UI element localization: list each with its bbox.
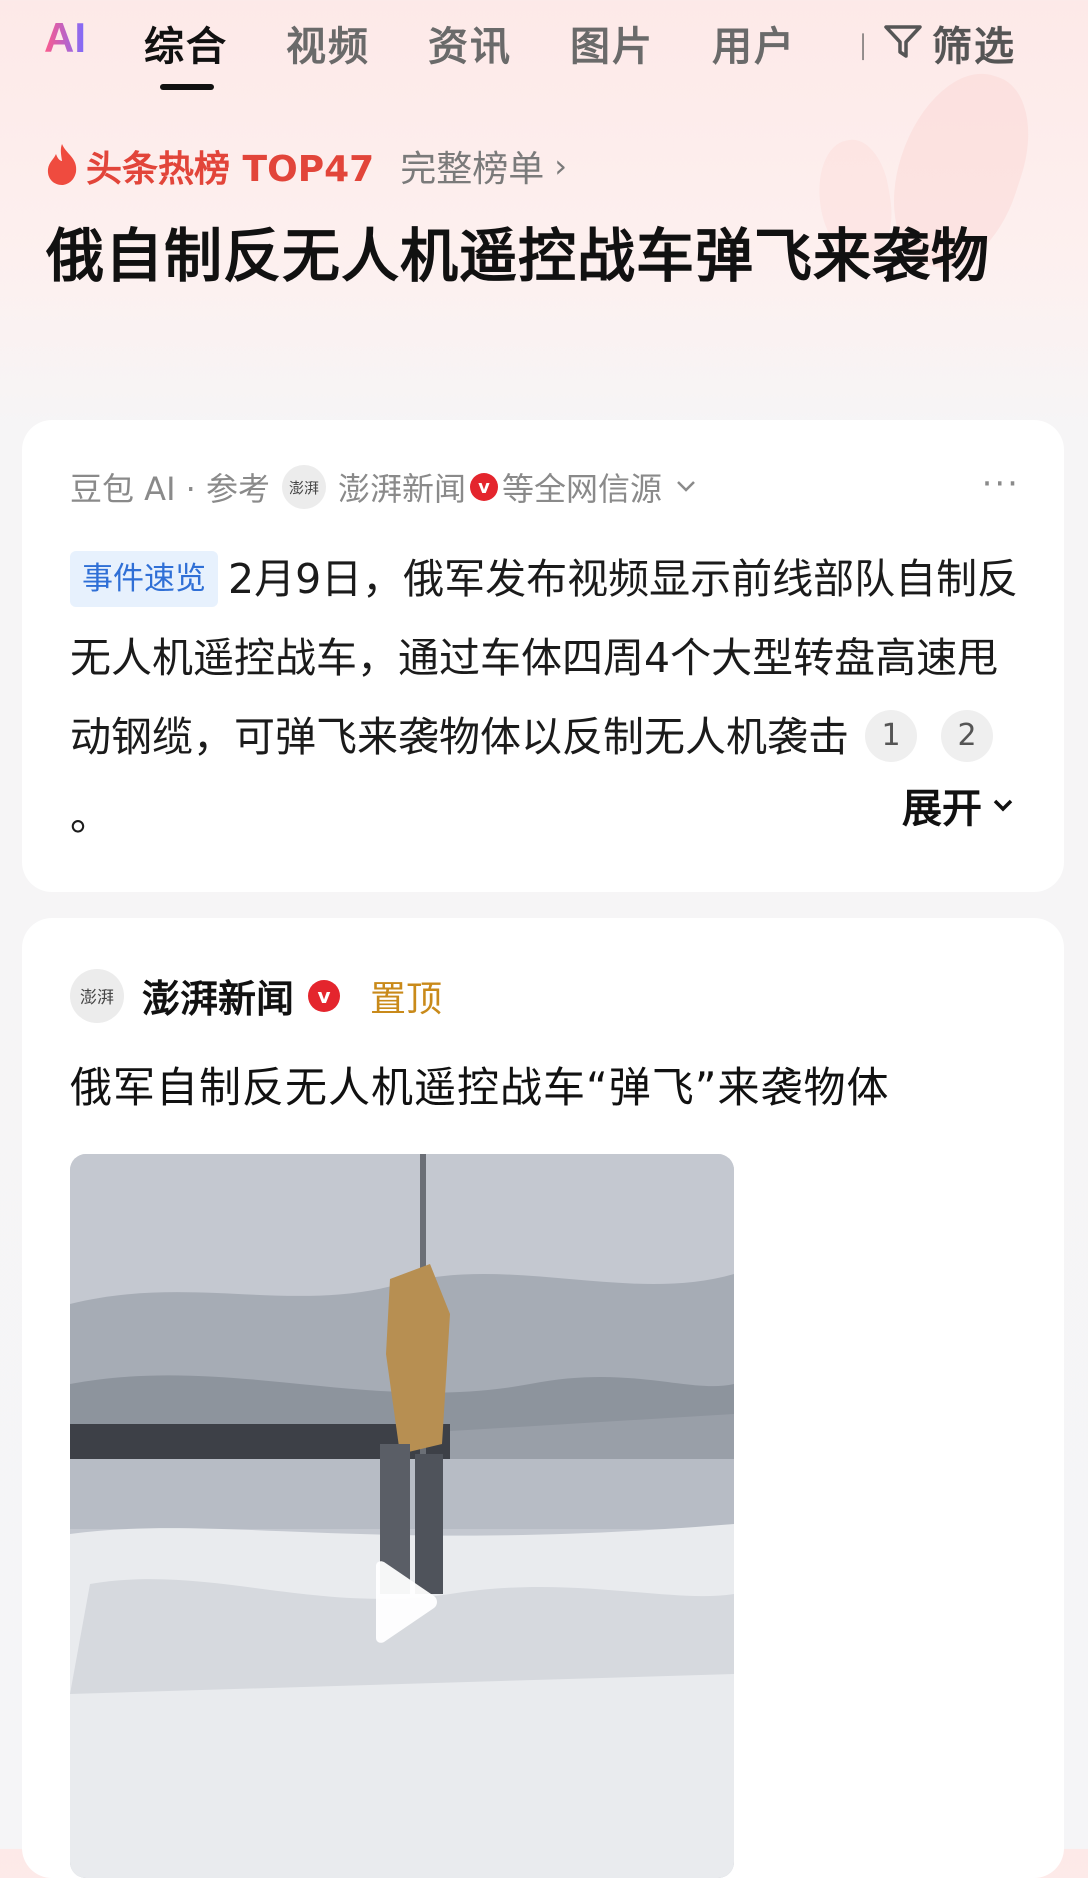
hot-list-row: 头条热榜 TOP47 完整榜单 › <box>44 140 567 192</box>
expand-button[interactable]: 展开 <box>902 776 1016 834</box>
tab-video[interactable]: 视频 <box>286 14 370 72</box>
video-thumbnail[interactable] <box>70 1154 734 1878</box>
full-list-link[interactable]: 完整榜单 <box>400 140 544 192</box>
summary-period: 。 <box>70 792 111 840</box>
ai-summary-card: 豆包 AI · 参考 澎湃 澎湃新闻 v 等全网信源 ··· 事件速览 2月9日，… <box>22 420 1064 892</box>
filter-button[interactable]: 筛选 <box>882 14 1016 72</box>
citation-2[interactable]: 2 <box>941 710 993 762</box>
filter-icon <box>882 20 924 66</box>
tab-images[interactable]: 图片 <box>570 14 654 72</box>
ai-source-prefix: 豆包 AI · 参考 <box>70 470 271 508</box>
event-overview-tag: 事件速览 <box>70 551 218 607</box>
tab-news[interactable]: 资讯 <box>428 14 512 72</box>
ai-summary-text: 事件速览 2月9日，俄军发布视频显示前线部队自制反无人机遥控战车，通过车体四周4个… <box>70 540 1020 856</box>
active-tab-indicator <box>160 84 214 90</box>
chevron-down-icon <box>674 468 698 506</box>
more-options-icon[interactable]: ··· <box>982 464 1020 504</box>
page-title: 俄自制反无人机遥控战车弹飞来袭物 <box>46 222 991 290</box>
hot-rank-label[interactable]: 头条热榜 TOP47 <box>86 140 374 192</box>
verified-icon: v <box>308 979 341 1012</box>
ai-source-name: 澎湃新闻 <box>338 470 467 508</box>
publisher-logo: 澎湃 <box>282 465 327 509</box>
publisher-logo[interactable]: 澎湃 <box>70 968 124 1023</box>
article-card[interactable]: 澎湃 澎湃新闻 v 置顶 俄军自制反无人机遥控战车“弹飞”来袭物体 <box>22 918 1064 1878</box>
play-icon <box>366 1560 438 1648</box>
verified-icon: v <box>470 473 499 501</box>
tab-comprehensive[interactable]: 综合 <box>144 14 228 72</box>
chevron-down-icon <box>990 782 1016 828</box>
pinned-badge: 置顶 <box>370 978 443 1020</box>
video-frame-image <box>70 1154 734 1878</box>
tab-divider: ᛁ <box>854 30 872 65</box>
chevron-right-icon: › <box>554 147 567 185</box>
publisher-row: 澎湃 澎湃新闻 v 置顶 <box>70 968 442 1023</box>
flame-icon <box>44 142 80 190</box>
article-title[interactable]: 俄军自制反无人机遥控战车“弹飞”来袭物体 <box>70 1054 890 1115</box>
ai-source-suffix: 等全网信源 <box>502 470 663 508</box>
search-tab-bar: AI 综合 视频 资讯 图片 用户 ᛁ 筛选 <box>0 0 1088 90</box>
citation-1[interactable]: 1 <box>865 710 917 762</box>
ai-source-row[interactable]: 豆包 AI · 参考 澎湃 澎湃新闻 v 等全网信源 <box>70 464 698 510</box>
publisher-name[interactable]: 澎湃新闻 <box>142 968 294 1023</box>
filter-label: 筛选 <box>932 24 1016 70</box>
tab-ai[interactable]: AI <box>44 14 86 62</box>
tab-users[interactable]: 用户 <box>712 14 796 72</box>
expand-label: 展开 <box>902 786 982 832</box>
